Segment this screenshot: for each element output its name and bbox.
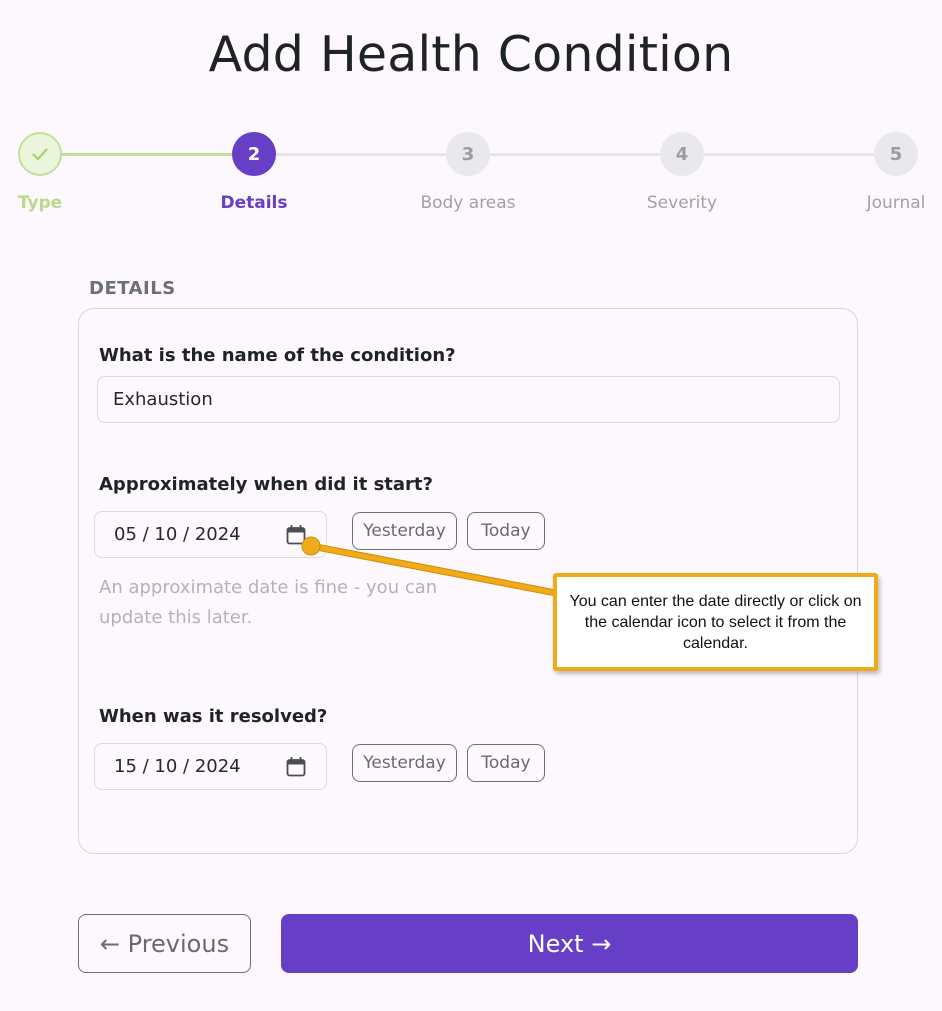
step-label-type: Type — [17, 193, 63, 213]
step-label-journal: Journal — [866, 193, 926, 213]
start-today-button[interactable]: Today — [467, 512, 545, 550]
section-title: DETAILS — [89, 278, 176, 299]
page-title: Add Health Condition — [208, 26, 734, 83]
calendar-icon[interactable] — [286, 757, 306, 777]
condition-name-input[interactable]: Exhaustion — [97, 376, 840, 423]
step-body-areas-indicator[interactable]: 3 — [446, 132, 490, 176]
start-yesterday-button[interactable]: Yesterday — [352, 512, 457, 550]
resolved-today-button[interactable]: Today — [467, 744, 545, 782]
step-type-indicator[interactable] — [18, 132, 62, 176]
start-date-help: An approximate date is fine - you can up… — [99, 577, 438, 628]
resolved-date-input[interactable]: 15 / 10 / 2024 — [94, 743, 327, 790]
step-details-indicator[interactable]: 2 — [232, 132, 276, 176]
step-label-details: Details — [220, 193, 288, 213]
condition-name-label: What is the name of the condition? — [99, 345, 456, 366]
step-journal-indicator[interactable]: 5 — [874, 132, 918, 176]
step-label-severity: Severity — [646, 193, 718, 213]
resolved-date-label: When was it resolved? — [99, 706, 328, 727]
start-date-label: Approximately when did it start? — [99, 474, 433, 495]
start-date-input[interactable]: 05 / 10 / 2024 — [94, 511, 327, 558]
callout-text: You can enter the date directly or click… — [569, 592, 862, 652]
check-icon — [32, 148, 48, 161]
resolved-yesterday-button[interactable]: Yesterday — [352, 744, 457, 782]
previous-button[interactable]: ← Previous — [78, 914, 251, 973]
stepper-progress — [40, 153, 254, 156]
stepper-track — [254, 153, 896, 156]
callout-tooltip: You can enter the date directly or click… — [553, 573, 878, 671]
next-button[interactable]: Next → — [281, 914, 858, 973]
resolved-date-value: 15 / 10 / 2024 — [114, 756, 241, 777]
start-date-value: 05 / 10 / 2024 — [114, 524, 241, 545]
calendar-icon[interactable] — [286, 525, 306, 545]
step-label-body-areas: Body areas — [420, 193, 516, 213]
step-severity-indicator[interactable]: 4 — [660, 132, 704, 176]
